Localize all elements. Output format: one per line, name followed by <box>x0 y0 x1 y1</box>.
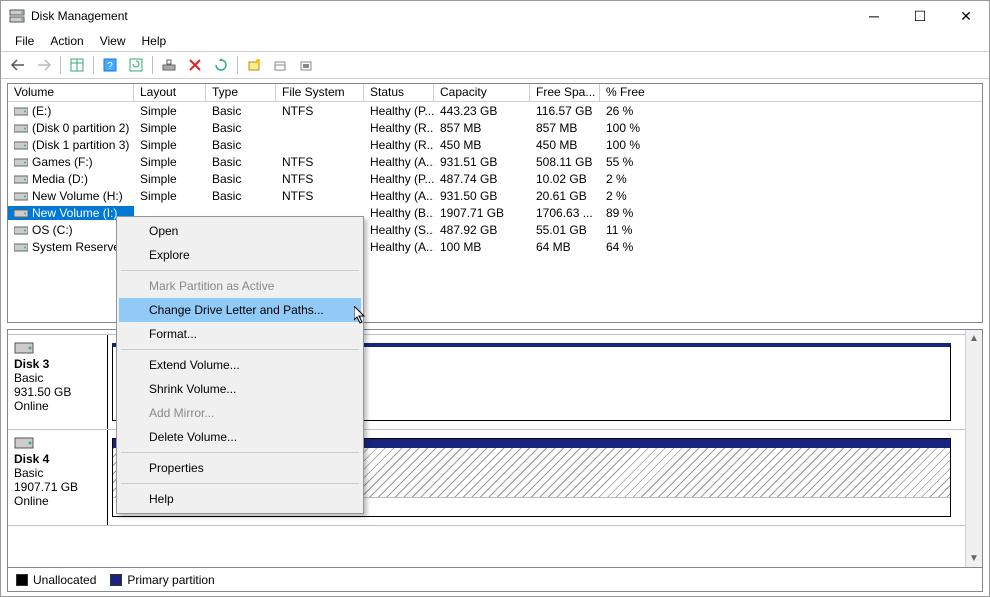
svg-text:?: ? <box>107 61 113 72</box>
refresh-disk-button[interactable] <box>209 54 233 76</box>
help-button[interactable]: ? <box>98 54 122 76</box>
ctx-help[interactable]: Help <box>119 487 361 511</box>
ctx-extend-volume[interactable]: Extend Volume... <box>119 353 361 377</box>
col-type[interactable]: Type <box>206 84 276 101</box>
drive-letter-icon <box>299 58 313 72</box>
menu-action[interactable]: Action <box>44 32 89 50</box>
legend-unallocated: Unallocated <box>16 573 96 587</box>
new-volume-icon <box>247 58 261 72</box>
drive-icon <box>14 190 28 202</box>
drive-icon <box>14 173 28 185</box>
ctx-delete-volume[interactable]: Delete Volume... <box>119 425 361 449</box>
forward-arrow-icon <box>36 59 52 71</box>
scroll-up-icon[interactable]: ▲ <box>966 330 982 347</box>
toolbar: ? <box>1 51 989 79</box>
drive-icon <box>14 241 28 253</box>
show-hide-button[interactable] <box>65 54 89 76</box>
disk-name: Disk 4 <box>14 452 49 466</box>
rescan-icon <box>162 58 176 72</box>
scroll-down-icon[interactable]: ▼ <box>966 550 982 567</box>
context-menu: Open Explore Mark Partition as Active Ch… <box>116 216 364 514</box>
drive-icon <box>14 224 28 236</box>
col-volume[interactable]: Volume <box>8 84 134 101</box>
rescan-button[interactable] <box>157 54 181 76</box>
ctx-format[interactable]: Format... <box>119 322 361 346</box>
back-arrow-icon <box>10 59 26 71</box>
menu-view[interactable]: View <box>94 32 132 50</box>
volume-row[interactable]: (Disk 1 partition 3)SimpleBasicHealthy (… <box>8 136 982 153</box>
drive-letter-button[interactable] <box>294 54 318 76</box>
volume-row[interactable]: Games (F:)SimpleBasicNTFSHealthy (A...93… <box>8 153 982 170</box>
delete-button[interactable] <box>183 54 207 76</box>
minimize-button[interactable]: ─ <box>851 1 897 31</box>
ctx-mark-active: Mark Partition as Active <box>119 274 361 298</box>
col-capacity[interactable]: Capacity <box>434 84 530 101</box>
refresh-icon <box>129 58 143 72</box>
ctx-change-drive-letter[interactable]: Change Drive Letter and Paths... <box>119 298 361 322</box>
maximize-button[interactable]: ☐ <box>897 1 943 31</box>
new-volume-button[interactable] <box>242 54 266 76</box>
col-layout[interactable]: Layout <box>134 84 206 101</box>
ctx-open[interactable]: Open <box>119 219 361 243</box>
menubar: File Action View Help <box>1 31 989 51</box>
back-button[interactable] <box>6 54 30 76</box>
titlebar: Disk Management ─ ☐ ✕ <box>1 1 989 31</box>
drive-icon <box>14 105 28 117</box>
disk-icon <box>14 341 34 355</box>
legend: Unallocated Primary partition <box>7 568 983 592</box>
legend-primary: Primary partition <box>110 573 214 587</box>
scrollbar-thumb[interactable] <box>966 347 982 550</box>
refresh-button[interactable] <box>124 54 148 76</box>
disk-icon <box>14 436 34 450</box>
disk-management-icon <box>9 8 25 24</box>
close-button[interactable]: ✕ <box>943 1 989 31</box>
table-icon <box>70 58 84 72</box>
format-icon <box>273 58 287 72</box>
drive-icon <box>14 207 28 219</box>
vertical-scrollbar[interactable]: ▲ ▼ <box>965 330 982 567</box>
ctx-explore[interactable]: Explore <box>119 243 361 267</box>
menu-help[interactable]: Help <box>136 32 173 50</box>
volume-list-header: Volume Layout Type File System Status Ca… <box>8 84 982 102</box>
drive-icon <box>14 139 28 151</box>
format-button[interactable] <box>268 54 292 76</box>
drive-icon <box>14 156 28 168</box>
col-filesystem[interactable]: File System <box>276 84 364 101</box>
col-status[interactable]: Status <box>364 84 434 101</box>
disk-label: Disk 4 Basic 1907.71 GB Online <box>8 430 108 525</box>
forward-button[interactable] <box>32 54 56 76</box>
volume-row[interactable]: Media (D:)SimpleBasicNTFSHealthy (P...48… <box>8 170 982 187</box>
refresh-disk-icon <box>214 58 228 72</box>
delete-icon <box>189 59 201 71</box>
col-free-space[interactable]: Free Spa... <box>530 84 600 101</box>
help-icon: ? <box>103 58 117 72</box>
ctx-shrink-volume[interactable]: Shrink Volume... <box>119 377 361 401</box>
menu-file[interactable]: File <box>9 32 40 50</box>
col-pct-free[interactable]: % Free <box>600 84 690 101</box>
ctx-properties[interactable]: Properties <box>119 456 361 480</box>
volume-row[interactable]: New Volume (H:)SimpleBasicNTFSHealthy (A… <box>8 187 982 204</box>
ctx-add-mirror: Add Mirror... <box>119 401 361 425</box>
disk-name: Disk 3 <box>14 357 49 371</box>
window-title: Disk Management <box>31 9 851 23</box>
volume-row[interactable]: (Disk 0 partition 2)SimpleBasicHealthy (… <box>8 119 982 136</box>
disk-label: Disk 3 Basic 931.50 GB Online <box>8 335 108 429</box>
drive-icon <box>14 122 28 134</box>
volume-row[interactable]: (E:)SimpleBasicNTFSHealthy (P...443.23 G… <box>8 102 982 119</box>
